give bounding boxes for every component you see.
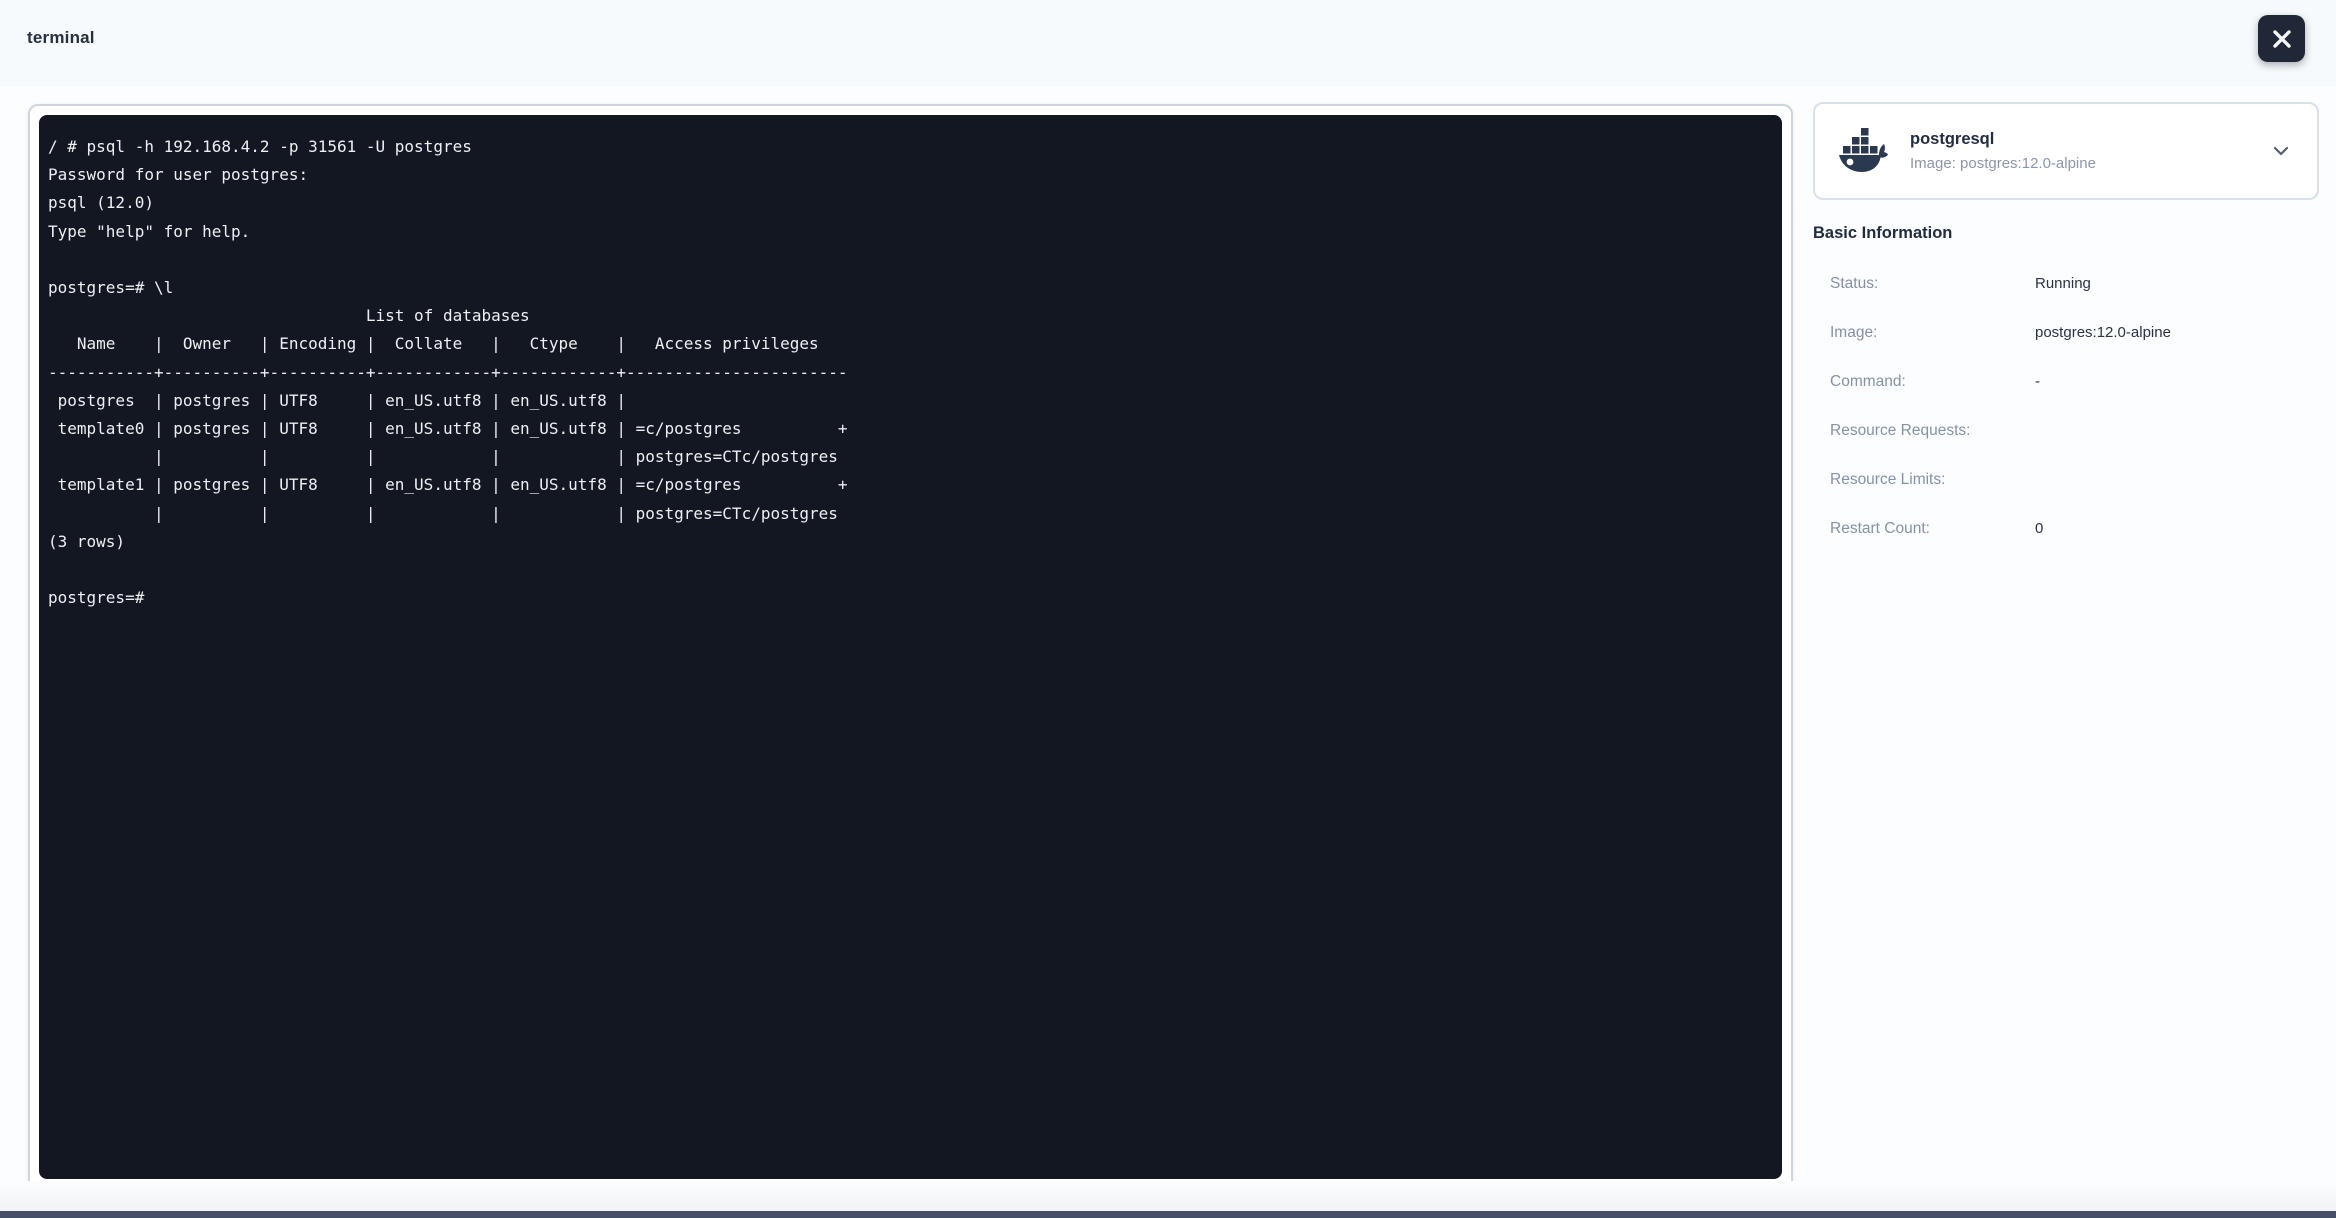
terminal-output: / # psql -h 192.168.4.2 -p 31561 -U post… [48,137,848,608]
info-row: Resource Requests: [1830,406,2310,455]
info-value: - [2035,373,2040,390]
close-button[interactable] [2258,15,2305,62]
chevron-down-icon[interactable] [2271,141,2291,161]
terminal-panel: / # psql -h 192.168.4.2 -p 31561 -U post… [28,104,1793,1190]
info-value: Running [2035,275,2091,292]
info-label: Command: [1830,372,1906,390]
modal-header: terminal [0,0,2336,86]
info-label: Restart Count: [1830,519,1930,537]
basic-info-rows: Status: Running Image: postgres:12.0-alpine… [1830,259,2310,553]
docker-whale-icon [1839,128,1888,172]
info-row: Status: Running [1830,259,2310,308]
info-label: Resource Requests: [1830,421,1971,439]
container-image-subtitle: Image: postgres:12.0-alpine [1910,155,2096,172]
info-label: Resource Limits: [1830,470,1946,488]
basic-information-heading: Basic Information [1813,224,1953,242]
container-name: postgresql [1910,130,1995,148]
close-icon [2272,29,2291,48]
info-row: Image: postgres:12.0-alpine [1830,308,2310,357]
info-value: postgres:12.0-alpine [2035,324,2171,341]
info-label: Image: [1830,323,1878,341]
bottom-edge-bar [0,1211,2336,1218]
info-value: 0 [2035,520,2044,537]
info-label: Status: [1830,274,1879,292]
info-row: Resource Limits: [1830,455,2310,504]
info-row: Command: - [1830,357,2310,406]
page-title: terminal [27,28,95,47]
terminal-screen[interactable]: / # psql -h 192.168.4.2 -p 31561 -U post… [39,115,1782,1179]
bottom-fade [0,1181,2336,1211]
container-selector[interactable]: postgresql Image: postgres:12.0-alpine [1813,102,2319,200]
info-row: Restart Count: 0 [1830,504,2310,553]
container-card-text: postgresql Image: postgres:12.0-alpine [1910,130,2249,172]
